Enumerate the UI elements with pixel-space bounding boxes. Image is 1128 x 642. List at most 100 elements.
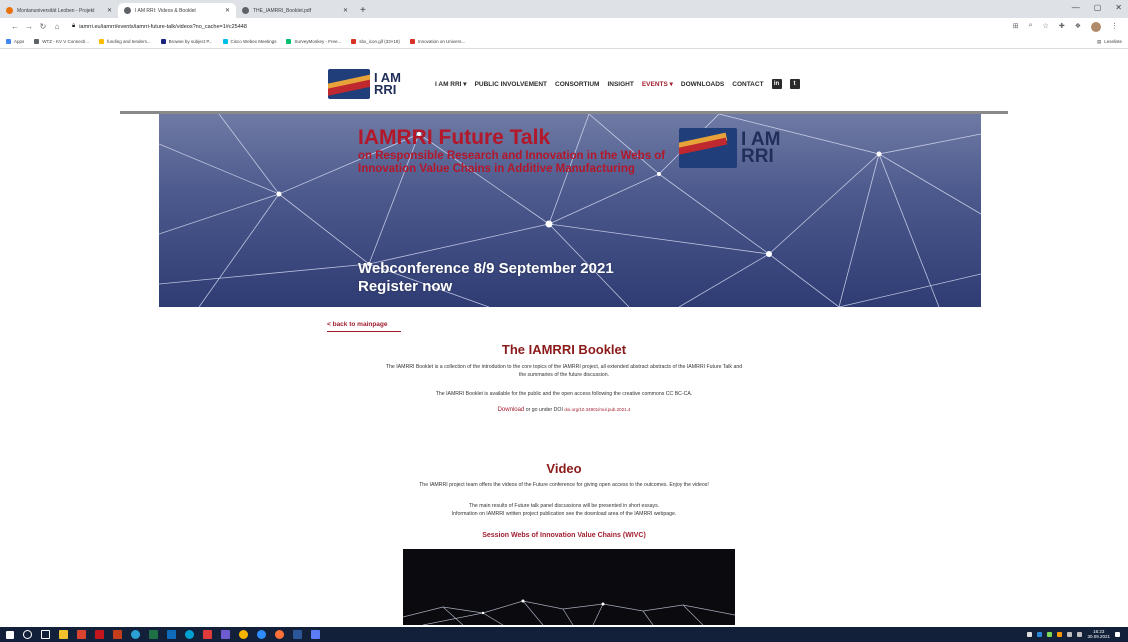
site-logo[interactable]: I AM RRI bbox=[328, 69, 401, 99]
bookmark-label: SurveyMonkey - Free... bbox=[294, 39, 342, 44]
bookmark-item[interactable]: Apps bbox=[6, 39, 24, 44]
nav-item-downloads[interactable]: DOWNLOADS bbox=[681, 81, 724, 88]
video-player[interactable] bbox=[403, 549, 735, 625]
acrobat-icon[interactable] bbox=[95, 630, 104, 639]
tab-favicon-icon bbox=[6, 7, 13, 14]
app-icon[interactable] bbox=[77, 630, 86, 639]
banner-logo-line2: RRI bbox=[741, 146, 774, 167]
notifications-icon[interactable] bbox=[1115, 631, 1120, 637]
bookmarks-bar: Apps WTZ - KV V Connecti... funding and … bbox=[0, 35, 1128, 49]
bookmark-item[interactable]: SurveyMonkey - Free... bbox=[286, 39, 341, 44]
nav-item-public-involvement[interactable]: PUBLIC INVOLVEMENT bbox=[475, 81, 547, 88]
tray-icon[interactable] bbox=[1057, 631, 1063, 637]
nav-item-i-am-rri[interactable]: I AM RRI ▾ bbox=[435, 80, 467, 88]
reading-list-label: Leseliste bbox=[1104, 39, 1122, 44]
bookmark-item[interactable]: WTZ - KV V Connecti... bbox=[34, 39, 89, 44]
reload-icon[interactable]: ↻ bbox=[36, 22, 50, 31]
bookmark-item[interactable]: sbx_icon.gif (33×18) bbox=[351, 39, 400, 44]
url-field[interactable]: 🔒︎ iamrri.eu/iamrri/events/iamrri-future… bbox=[72, 23, 247, 30]
network-icon[interactable] bbox=[1067, 631, 1073, 637]
bookmark-item[interactable]: Cisco Webex Meetings bbox=[222, 39, 277, 44]
system-tray: 16:23 30.09.2021 bbox=[1027, 629, 1120, 639]
browser-tab-active[interactable]: I AM RRI: Videos & Booklet ✕ bbox=[118, 3, 236, 18]
webex-icon[interactable] bbox=[185, 630, 194, 639]
tab-title: Montanuniversität Leoben - Projekt bbox=[17, 7, 95, 14]
browser-tab[interactable]: Montanuniversität Leoben - Projekt ✕ bbox=[0, 3, 118, 18]
close-tab-icon[interactable]: ✕ bbox=[225, 7, 230, 14]
video-info-line2: Information on IAMRRI written project pu… bbox=[451, 511, 677, 517]
session-heading: Session Webs of Innovation Value Chains … bbox=[482, 532, 646, 539]
app-icon[interactable] bbox=[311, 630, 320, 639]
bookmark-label: WTZ - KV V Connecti... bbox=[42, 39, 90, 44]
back-arrow-icon[interactable]: ← bbox=[8, 22, 22, 31]
video-info-line1: The main results of Future talk panel di… bbox=[468, 503, 660, 509]
task-view-icon[interactable] bbox=[41, 630, 50, 639]
nav-item-events[interactable]: EVENTS ▾ bbox=[642, 80, 673, 88]
back-to-mainpage-link[interactable]: < back to mainpage bbox=[327, 321, 401, 332]
bookmark-item[interactable]: Browse by subject P... bbox=[160, 39, 213, 44]
bookmark-favicon-icon bbox=[351, 39, 357, 44]
tab-title: THE_IAMRRI_Booklet.pdf bbox=[253, 7, 312, 14]
puzzle-icon[interactable]: ❖ bbox=[1075, 22, 1081, 32]
forward-arrow-icon[interactable]: → bbox=[22, 22, 36, 31]
minimize-button[interactable]: — bbox=[1072, 3, 1080, 12]
bookmark-label: Browse by subject P... bbox=[168, 39, 213, 44]
file-explorer-icon[interactable] bbox=[59, 630, 68, 639]
doi-link[interactable]: doi.org/10.34901/mul.pub.2021.4 bbox=[564, 407, 630, 412]
tray-icon[interactable] bbox=[1027, 631, 1033, 637]
apps-grid-icon bbox=[6, 39, 11, 44]
chrome-icon[interactable] bbox=[239, 630, 248, 639]
profile-avatar[interactable] bbox=[1091, 21, 1101, 32]
excel-icon[interactable] bbox=[149, 630, 158, 639]
bookmark-item[interactable]: Innovation on Univers... bbox=[409, 39, 465, 44]
reading-list-button[interactable]: ▤ Leseliste bbox=[1097, 39, 1122, 45]
bookmark-star-icon[interactable]: ☆ bbox=[1043, 22, 1049, 32]
firefox-icon[interactable] bbox=[275, 630, 284, 639]
banner-logo: I AM RRI bbox=[679, 128, 780, 168]
event-banner[interactable]: IAMRRI Future Talk on Responsible Resear… bbox=[159, 114, 981, 307]
translate-icon[interactable]: ⊞ bbox=[1013, 22, 1019, 32]
maximize-button[interactable]: ▢ bbox=[1094, 3, 1102, 12]
browser-tab[interactable]: THE_IAMRRI_Booklet.pdf ✕ bbox=[236, 3, 354, 18]
zoom-icon[interactable]: ⌕ bbox=[1029, 22, 1033, 32]
close-window-button[interactable]: ✕ bbox=[1115, 3, 1122, 12]
download-link[interactable]: Download bbox=[498, 407, 525, 413]
bookmark-favicon-icon bbox=[34, 39, 40, 44]
tray-icon[interactable] bbox=[1037, 631, 1043, 637]
nav-item-contact[interactable]: CONTACT bbox=[732, 81, 763, 88]
bookmark-label: Cisco Webex Meetings bbox=[230, 39, 277, 44]
bookmark-favicon-icon bbox=[160, 39, 166, 44]
tray-icon[interactable] bbox=[1047, 631, 1053, 637]
outlook-icon[interactable] bbox=[167, 630, 176, 639]
extension-icon[interactable]: ✚ bbox=[1059, 22, 1065, 32]
close-tab-icon[interactable]: ✕ bbox=[107, 7, 112, 14]
booklet-description-line1: The IAMRRI Booklet is a collection of th… bbox=[385, 364, 743, 370]
edge-icon[interactable] bbox=[131, 630, 140, 639]
linkedin-icon[interactable]: in bbox=[771, 79, 782, 89]
acrobat-reader-icon[interactable] bbox=[203, 630, 212, 639]
new-tab-button[interactable]: + bbox=[360, 5, 366, 16]
nav-item-consortium[interactable]: CONSORTIUM bbox=[555, 81, 599, 88]
powerpoint-icon[interactable] bbox=[113, 630, 122, 639]
logo-line2: RRI bbox=[374, 82, 397, 97]
banner-conference-date: Webconference 8/9 September 2021 bbox=[358, 260, 614, 277]
url-text: iamrri.eu/iamrri/events/iamrri-future-ta… bbox=[79, 23, 247, 30]
app-icon[interactable] bbox=[221, 630, 230, 639]
clock[interactable]: 16:23 30.09.2021 bbox=[1087, 629, 1110, 639]
bookmark-item[interactable]: funding and tenders... bbox=[99, 39, 151, 44]
banner-register-cta[interactable]: Register now bbox=[358, 278, 614, 296]
toolbar-icons: ⊞ ⌕ ☆ ✚ ❖ ⋮ bbox=[1013, 21, 1118, 32]
bookmark-favicon-icon bbox=[286, 39, 292, 44]
volume-icon[interactable] bbox=[1077, 631, 1083, 637]
close-tab-icon[interactable]: ✕ bbox=[343, 7, 348, 14]
nav-item-insight[interactable]: INSIGHT bbox=[607, 81, 633, 88]
bookmark-favicon-icon bbox=[409, 39, 415, 44]
booklet-heading: The IAMRRI Booklet bbox=[501, 342, 627, 357]
menu-dots-icon[interactable]: ⋮ bbox=[1111, 22, 1118, 32]
search-icon[interactable] bbox=[23, 630, 32, 639]
windows-start-icon[interactable] bbox=[6, 630, 14, 639]
teams-icon[interactable] bbox=[257, 630, 266, 639]
word-icon[interactable] bbox=[293, 630, 302, 639]
home-icon[interactable]: ⌂ bbox=[50, 22, 64, 31]
twitter-icon[interactable]: t bbox=[789, 79, 800, 89]
